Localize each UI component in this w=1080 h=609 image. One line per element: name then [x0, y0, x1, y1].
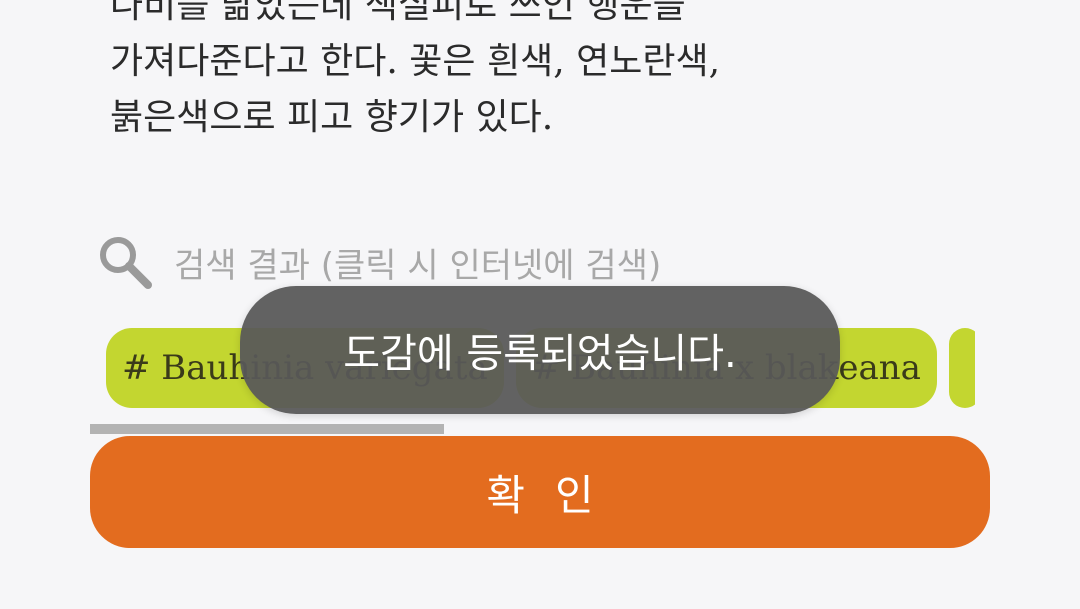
description-line: 가져다준다고 한다. 꽃은 흰색, 연노란색, — [110, 41, 721, 82]
plant-description: 나비를 닮았는데 색실피로 쓰인 행운을 가져다준다고 한다. 꽃은 흰색, 연… — [110, 0, 1010, 146]
screen: 나비를 닮았는데 색실피로 쓰인 행운을 가져다준다고 한다. 꽃은 흰색, 연… — [0, 0, 1080, 609]
tag-scrollbar-thumb[interactable] — [90, 424, 444, 434]
tag-chip[interactable] — [948, 328, 975, 408]
description-line: 붉은색으로 피고 향기가 있다. — [110, 97, 554, 138]
tag-scrollbar[interactable] — [90, 424, 975, 434]
search-icon — [96, 233, 154, 291]
toast-message: 도감에 등록되었습니다. — [240, 286, 840, 414]
search-results-label: 검색 결과 (클릭 시 인터넷에 검색) — [174, 245, 662, 286]
search-results-header: 검색 결과 (클릭 시 인터넷에 검색) — [96, 232, 661, 292]
description-line: 나비를 닮았는데 색실피로 쓰인 행운을 — [110, 0, 686, 26]
confirm-button[interactable]: 확인 — [90, 436, 990, 548]
